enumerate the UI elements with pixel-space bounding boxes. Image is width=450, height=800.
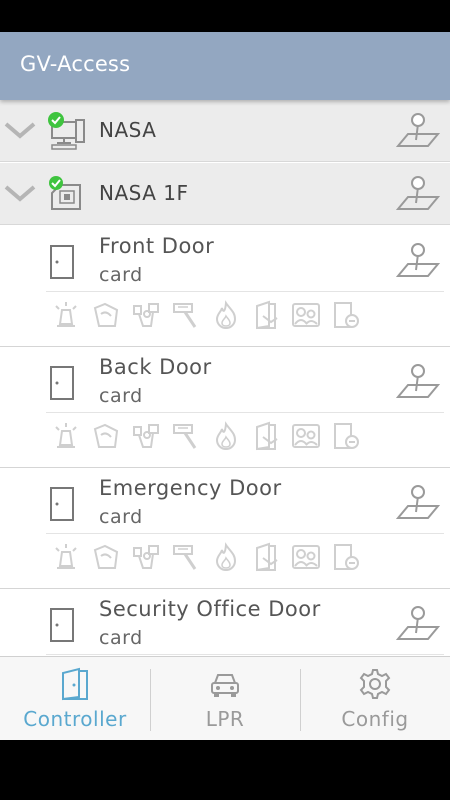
door-actions [51, 421, 371, 455]
alarm-icon[interactable] [51, 542, 81, 572]
tab-controller[interactable]: Controller [0, 657, 150, 740]
hands-up-icon[interactable] [131, 421, 161, 451]
door-type: card [99, 264, 143, 286]
user-group-icon[interactable] [291, 421, 321, 451]
app-screen: GV-Access NASA NASA 1F Front Door card B… [0, 32, 450, 740]
door-open-icon[interactable] [251, 300, 281, 330]
chevron-down-icon[interactable] [4, 120, 36, 140]
door-remove-icon[interactable] [331, 300, 361, 330]
tab-config[interactable]: Config [300, 657, 450, 740]
car-icon [211, 674, 239, 697]
fire-icon[interactable] [211, 300, 241, 330]
divider [46, 291, 444, 292]
door-actions [51, 542, 371, 576]
map-pin-icon[interactable] [396, 112, 440, 150]
alarm-icon[interactable] [51, 421, 81, 451]
door-remove-icon[interactable] [331, 421, 361, 451]
door-type: card [99, 506, 143, 528]
tab-lpr[interactable]: LPR [150, 657, 300, 740]
hands-up-icon[interactable] [131, 300, 161, 330]
door-remove-icon[interactable] [331, 542, 361, 572]
door-row-back-door[interactable]: Back Door card [0, 347, 450, 468]
map-pin-icon[interactable] [396, 363, 440, 401]
unlock-hand-icon[interactable] [91, 300, 121, 330]
unlock-hand-icon[interactable] [91, 421, 121, 451]
group-row-nasa-1f[interactable]: NASA 1F [0, 163, 450, 225]
door-type: card [99, 627, 143, 649]
door-icon [62, 667, 88, 701]
tab-label: LPR [205, 707, 245, 731]
alarm-icon[interactable] [51, 300, 81, 330]
door-type: card [99, 385, 143, 407]
status-ok-icon [49, 176, 63, 190]
door-open-icon[interactable] [251, 421, 281, 451]
door-name: Back Door [99, 355, 212, 379]
group-label: NASA [99, 118, 157, 142]
door-name: Emergency Door [99, 476, 282, 500]
divider [46, 412, 444, 413]
door-icon [50, 487, 74, 521]
fire-icon[interactable] [211, 542, 241, 572]
map-pin-icon[interactable] [396, 175, 440, 213]
divider [46, 654, 444, 655]
group-row-nasa[interactable]: NASA [0, 100, 450, 162]
user-group-icon[interactable] [291, 300, 321, 330]
door-name: Security Office Door [99, 597, 321, 621]
fire-icon[interactable] [211, 421, 241, 451]
controller-device-icon [49, 176, 81, 210]
gear-icon [359, 669, 391, 699]
map-pin-icon[interactable] [396, 242, 440, 280]
chevron-down-icon[interactable] [4, 183, 36, 203]
hands-up-icon[interactable] [131, 542, 161, 572]
door-open-icon[interactable] [251, 542, 281, 572]
tab-label: Controller [23, 707, 127, 731]
hammer-icon[interactable] [171, 300, 201, 330]
map-pin-icon[interactable] [396, 605, 440, 643]
hammer-icon[interactable] [171, 542, 201, 572]
app-title: GV-Access [20, 52, 131, 76]
door-name: Front Door [99, 234, 215, 258]
divider [46, 533, 444, 534]
bottom-tab-bar: Controller LPR Config [0, 656, 450, 740]
door-icon [50, 608, 74, 642]
map-pin-icon[interactable] [396, 484, 440, 522]
door-icon [50, 366, 74, 400]
user-group-icon[interactable] [291, 542, 321, 572]
computer-icon [48, 112, 85, 150]
door-row-front-door[interactable]: Front Door card [0, 226, 450, 347]
tab-label: Config [341, 707, 409, 731]
door-icon [50, 245, 74, 279]
door-actions [51, 300, 371, 334]
group-label: NASA 1F [99, 181, 189, 205]
status-ok-icon [48, 112, 64, 128]
hammer-icon[interactable] [171, 421, 201, 451]
app-header: GV-Access [0, 32, 450, 100]
unlock-hand-icon[interactable] [91, 542, 121, 572]
door-row-emergency-door[interactable]: Emergency Door card [0, 468, 450, 589]
